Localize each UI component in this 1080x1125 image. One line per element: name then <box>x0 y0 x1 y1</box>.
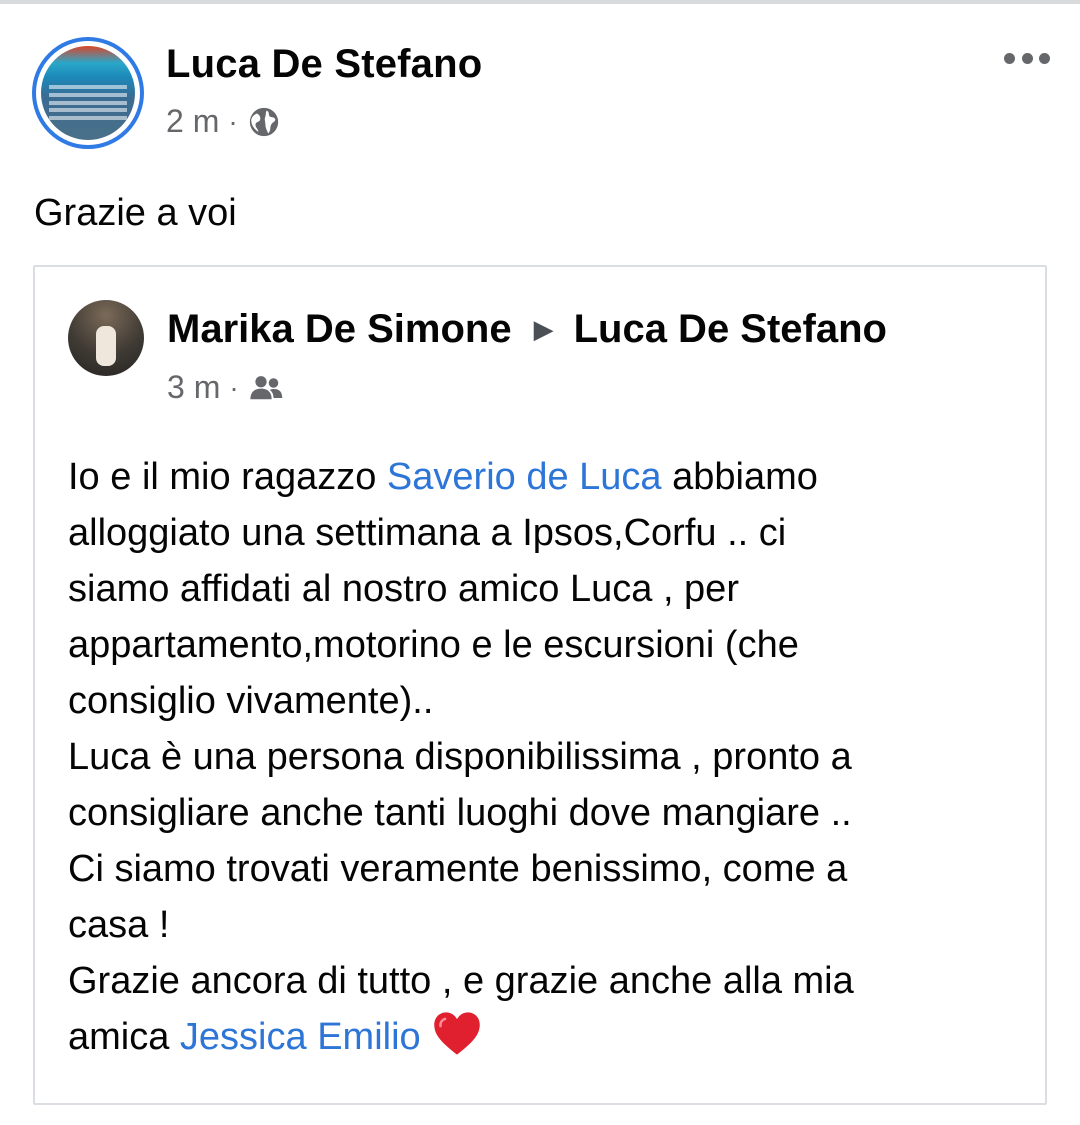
more-options-icon[interactable] <box>1004 50 1050 66</box>
heart-icon <box>433 1012 480 1055</box>
post-author-name[interactable]: Luca De Stefano <box>166 42 482 87</box>
body-line: Grazie ancora di tutto , e grazie anche … <box>68 960 854 1002</box>
body-line: Luca è una persona disponibilissima , pr… <box>68 736 852 778</box>
body-line: amica Jessica Emilio <box>68 1009 1028 1065</box>
shared-post-card[interactable]: Marika De Simone ▶ Luca De Stefano 3 m ·… <box>33 265 1047 1105</box>
post-time[interactable]: 2 m <box>166 103 219 140</box>
body-line: alloggiato una settimana a Ipsos,Corfu .… <box>68 512 787 554</box>
body-line: siamo affidati al nostro amico Luca , pe… <box>68 568 739 610</box>
shared-post-body: Io e il mio ragazzo Saverio de Luca abbi… <box>68 449 1028 1065</box>
shared-post-meta: 3 m · <box>167 369 284 406</box>
shared-post-header: Marika De Simone ▶ Luca De Stefano <box>167 307 887 352</box>
avatar-image <box>41 46 135 140</box>
globe-icon[interactable] <box>247 105 281 139</box>
body-line: consigliare anche tanti luoghi dove mang… <box>68 792 852 834</box>
shared-author-name[interactable]: Marika De Simone <box>167 307 512 352</box>
post-header: Luca De Stefano 2 m · <box>0 0 1080 160</box>
post-meta: 2 m · <box>166 103 281 140</box>
mention-link[interactable]: Jessica Emilio <box>180 1016 421 1058</box>
friends-icon[interactable] <box>248 373 284 403</box>
body-line: consiglio vivamente).. <box>68 680 434 722</box>
meta-separator: · <box>229 371 239 403</box>
post-text: Grazie a voi <box>34 192 237 234</box>
shared-target-name[interactable]: Luca De Stefano <box>574 307 887 352</box>
meta-separator: · <box>228 105 238 137</box>
body-line: appartamento,motorino e le escursioni (c… <box>68 624 799 666</box>
body-line: Io e il mio ragazzo Saverio de Luca abbi… <box>68 456 818 498</box>
shared-post-time[interactable]: 3 m <box>167 369 220 406</box>
mention-link[interactable]: Saverio de Luca <box>387 456 662 498</box>
arrow-right-icon: ▶ <box>533 314 554 344</box>
author-avatar[interactable] <box>32 37 144 149</box>
body-line: Ci siamo trovati veramente benissimo, co… <box>68 848 848 890</box>
shared-author-avatar[interactable] <box>68 300 144 376</box>
body-line: casa ! <box>68 904 170 946</box>
